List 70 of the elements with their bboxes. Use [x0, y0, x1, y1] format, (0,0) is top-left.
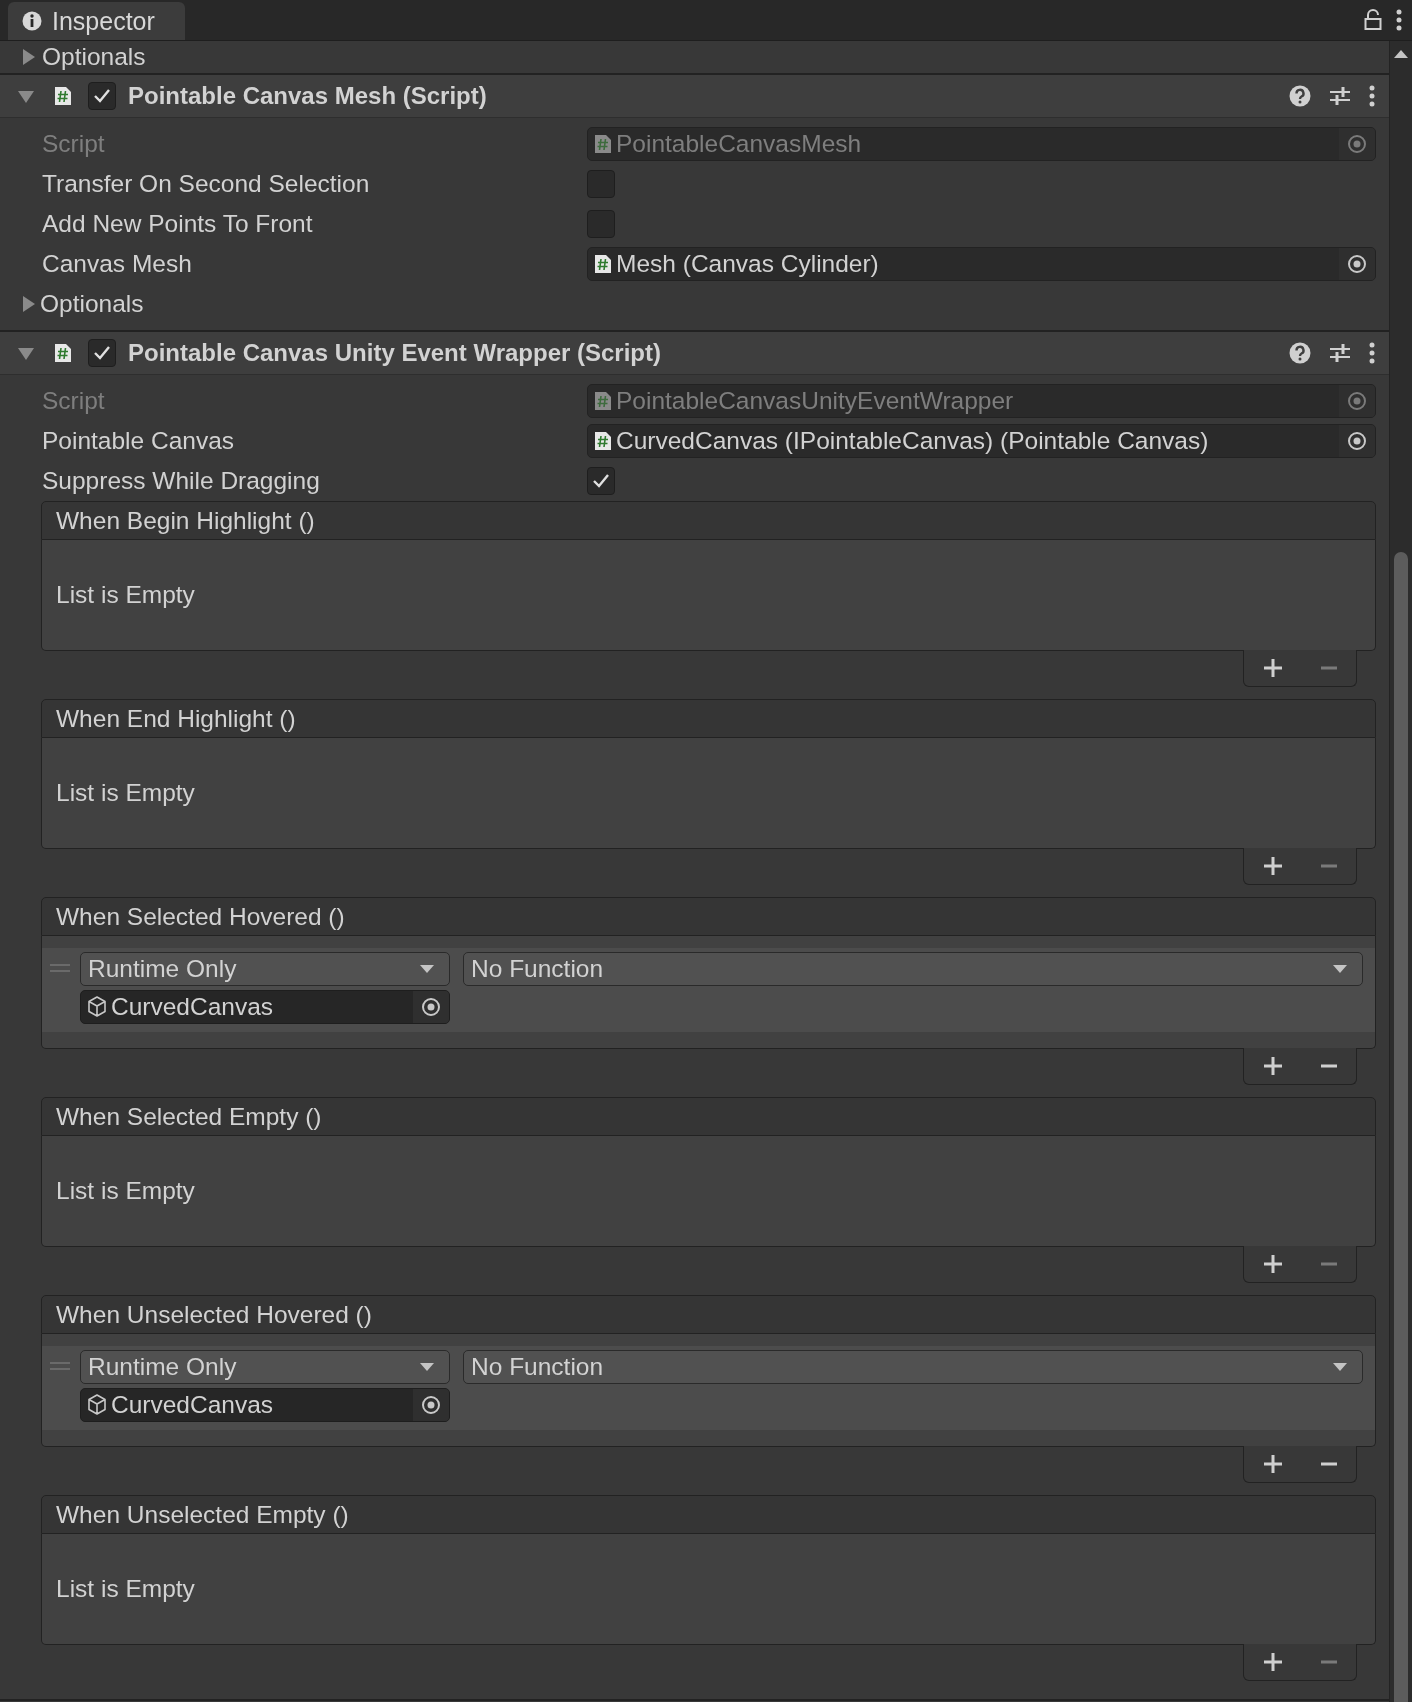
- sliders-icon[interactable]: [1329, 85, 1351, 107]
- scroll-up-icon[interactable]: [1394, 49, 1408, 59]
- checkbox[interactable]: [587, 210, 615, 238]
- foldout-label[interactable]: Optionals: [42, 43, 146, 71]
- empty-list-text: List is Empty: [56, 779, 195, 807]
- checkbox[interactable]: [88, 339, 116, 367]
- field-label: Canvas Mesh: [42, 250, 193, 278]
- scroll-thumb[interactable]: [1394, 552, 1408, 1702]
- field-label: Transfer On Second Selection: [42, 170, 371, 198]
- object-field[interactable]: Mesh (Canvas Cylinder): [587, 247, 1376, 281]
- object-field[interactable]: CurvedCanvas: [80, 990, 450, 1024]
- info-icon: [22, 11, 42, 31]
- empty-list-text: List is Empty: [56, 1575, 195, 1603]
- checkbox[interactable]: [587, 467, 615, 495]
- checkmark-icon[interactable]: [592, 473, 610, 489]
- collapse-arrow-icon[interactable]: [18, 88, 34, 104]
- dropdown-caret-icon: [419, 964, 435, 974]
- event-title: When Begin Highlight (): [56, 506, 315, 535]
- target-icon[interactable]: [1346, 253, 1368, 275]
- checkmark-icon[interactable]: [93, 345, 111, 361]
- script-icon: [594, 254, 612, 274]
- empty-list-text: List is Empty: [56, 581, 195, 609]
- component-title: Pointable Canvas Mesh (Script): [128, 82, 487, 110]
- help-icon[interactable]: [1289, 342, 1311, 364]
- checkbox[interactable]: [88, 82, 116, 110]
- function-dropdown[interactable]: No Function: [463, 1350, 1363, 1384]
- script-icon: [54, 86, 72, 106]
- runtime-dropdown[interactable]: Runtime Only: [80, 1350, 450, 1384]
- dropdown-caret-icon: [419, 1362, 435, 1372]
- more-icon[interactable]: [1369, 85, 1375, 107]
- target-icon[interactable]: [1346, 430, 1368, 452]
- cube-icon: [87, 1394, 107, 1416]
- checkmark-icon[interactable]: [93, 88, 111, 104]
- dropdown-caret-icon: [1332, 964, 1348, 974]
- help-icon[interactable]: [1289, 85, 1311, 107]
- foldout-arrow-icon[interactable]: [20, 296, 36, 312]
- function-dropdown[interactable]: No Function: [463, 952, 1363, 986]
- more-icon[interactable]: [1369, 342, 1375, 364]
- foldout-arrow-icon[interactable]: [20, 49, 36, 65]
- runtime-dropdown[interactable]: Runtime Only: [80, 952, 450, 986]
- field-label: Pointable Canvas: [42, 427, 236, 455]
- object-field[interactable]: CurvedCanvas: [80, 1388, 450, 1422]
- field-label: Script: [42, 130, 106, 158]
- inspector-tab[interactable]: Inspector: [8, 2, 185, 40]
- event-title: When Unselected Hovered (): [56, 1300, 372, 1329]
- target-icon[interactable]: [420, 996, 442, 1018]
- field-label: Add New Points To Front: [42, 210, 314, 238]
- checkbox[interactable]: [587, 170, 615, 198]
- target-icon[interactable]: [420, 1394, 442, 1416]
- script-icon: [594, 431, 612, 451]
- dropdown-caret-icon: [1332, 1362, 1348, 1372]
- scrollbar[interactable]: [1389, 41, 1412, 1702]
- script-icon: [54, 343, 72, 363]
- lock-icon[interactable]: [1364, 9, 1382, 31]
- script-icon: [594, 134, 612, 154]
- event-title: When Selected Hovered (): [56, 902, 345, 931]
- component-title: Pointable Canvas Unity Event Wrapper (Script): [128, 339, 661, 367]
- object-field[interactable]: CurvedCanvas (IPointableCanvas) (Pointable Canvas): [587, 424, 1376, 458]
- field-label: Suppress While Dragging: [42, 467, 321, 495]
- collapse-arrow-icon[interactable]: [18, 345, 34, 361]
- foldout-label[interactable]: Optionals: [40, 290, 144, 318]
- event-title: When End Highlight (): [56, 704, 296, 733]
- cube-icon: [87, 996, 107, 1018]
- more-icon[interactable]: [1396, 9, 1402, 31]
- event-title: When Selected Empty (): [56, 1102, 322, 1131]
- field-label: Script: [42, 387, 106, 415]
- sliders-icon[interactable]: [1329, 342, 1351, 364]
- event-title: When Unselected Empty (): [56, 1500, 349, 1529]
- script-icon: [594, 391, 612, 411]
- empty-list-text: List is Empty: [56, 1177, 195, 1205]
